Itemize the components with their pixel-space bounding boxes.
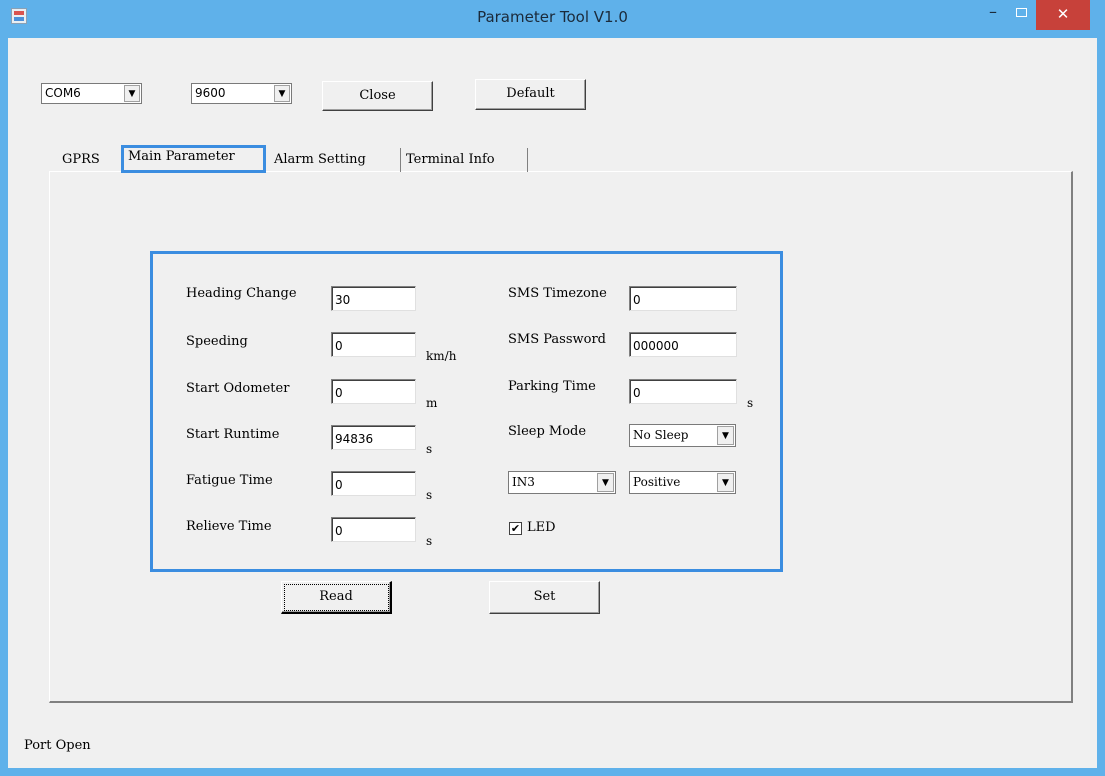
baud-select-value: 9600 <box>195 86 226 100</box>
chevron-down-icon[interactable]: ▼ <box>124 85 140 102</box>
start-odometer-field[interactable]: 0 <box>331 379 416 404</box>
start-odometer-label: Start Odometer <box>186 381 290 396</box>
heading-change-label: Heading Change <box>186 286 297 301</box>
port-select-value: COM6 <box>45 86 81 100</box>
tab-main-parameter[interactable]: Main Parameter <box>121 145 266 173</box>
tab-alarm-setting[interactable]: Alarm Setting <box>270 148 401 172</box>
port-select[interactable]: COM6 ▼ <box>41 83 142 104</box>
app-window: Parameter Tool V1.0 – ✕ COM6 ▼ 9600 ▼ Cl… <box>0 0 1105 776</box>
relieve-time-field[interactable]: 0 <box>331 517 416 542</box>
tab-gprs[interactable]: GPRS <box>52 148 122 172</box>
client-area: COM6 ▼ 9600 ▼ Close Default GPRS Main Pa… <box>8 38 1097 768</box>
set-button[interactable]: Set <box>489 581 600 614</box>
sms-timezone-label: SMS Timezone <box>508 286 607 301</box>
sleep-mode-value: No Sleep <box>633 428 689 442</box>
relieve-time-label: Relieve Time <box>186 519 272 534</box>
title-bar[interactable]: Parameter Tool V1.0 – ✕ <box>0 0 1105 38</box>
input-select-value: IN3 <box>512 475 535 489</box>
speeding-field[interactable]: 0 <box>331 332 416 357</box>
led-checkbox[interactable]: ✔ <box>509 522 522 535</box>
close-window-button[interactable]: ✕ <box>1036 0 1090 30</box>
speeding-label: Speeding <box>186 334 248 349</box>
maximize-button[interactable] <box>1007 3 1035 25</box>
parking-time-unit: s <box>747 396 754 410</box>
sms-password-field[interactable]: 000000 <box>629 332 737 357</box>
parking-time-label: Parking Time <box>508 379 596 394</box>
minimize-button[interactable]: – <box>979 2 1007 24</box>
maximize-icon <box>1015 8 1027 17</box>
parking-time-field[interactable]: 0 <box>629 379 737 404</box>
default-button[interactable]: Default <box>475 79 586 110</box>
chevron-down-icon[interactable]: ▼ <box>597 473 614 492</box>
status-text: Port Open <box>24 738 91 753</box>
baud-select[interactable]: 9600 ▼ <box>191 83 292 104</box>
fatigue-time-label: Fatigue Time <box>186 473 273 488</box>
start-runtime-field[interactable]: 94836 <box>331 425 416 450</box>
sms-password-label: SMS Password <box>508 332 607 347</box>
chevron-down-icon[interactable]: ▼ <box>717 426 734 445</box>
led-label: LED <box>527 520 556 535</box>
chevron-down-icon[interactable]: ▼ <box>717 473 734 492</box>
relieve-time-unit: s <box>426 534 433 548</box>
close-port-button[interactable]: Close <box>322 81 433 111</box>
sleep-mode-select[interactable]: No Sleep ▼ <box>629 424 736 447</box>
start-runtime-unit: s <box>426 442 433 456</box>
polarity-select-value: Positive <box>633 475 681 489</box>
speeding-unit: km/h <box>426 349 457 363</box>
fatigue-time-field[interactable]: 0 <box>331 471 416 496</box>
fatigue-time-unit: s <box>426 488 433 502</box>
main-parameter-group: Heading Change 30 Speeding 0 km/h Start … <box>150 251 783 572</box>
sleep-mode-label: Sleep Mode <box>508 424 587 439</box>
sms-timezone-field[interactable]: 0 <box>629 286 737 311</box>
start-runtime-label: Start Runtime <box>186 427 280 442</box>
input-select[interactable]: IN3 ▼ <box>508 471 616 494</box>
chevron-down-icon[interactable]: ▼ <box>274 85 290 102</box>
polarity-select[interactable]: Positive ▼ <box>629 471 736 494</box>
heading-change-field[interactable]: 30 <box>331 286 416 311</box>
start-odometer-unit: m <box>426 396 438 410</box>
window-title: Parameter Tool V1.0 <box>477 8 628 26</box>
tab-terminal-info[interactable]: Terminal Info <box>402 148 528 172</box>
read-button[interactable]: Read <box>281 581 392 614</box>
